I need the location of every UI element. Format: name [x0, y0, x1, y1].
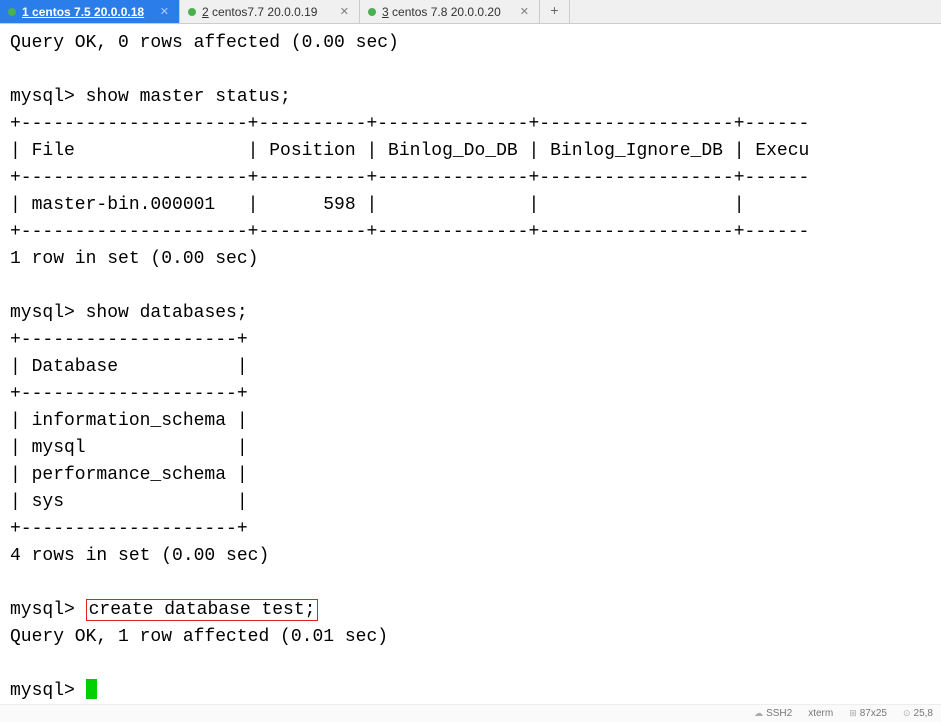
status-terminal-type: xterm [808, 708, 833, 719]
prompt: mysql> [10, 303, 86, 323]
table-row: | sys | [10, 492, 248, 512]
table-border: +--------------------+ [10, 384, 248, 404]
result-line: Query OK, 1 row affected (0.01 sec) [10, 627, 388, 647]
tab-centos77[interactable]: 2 centos7.7 20.0.0.19 ✕ [180, 0, 360, 23]
terminal-output[interactable]: Query OK, 0 rows affected (0.00 sec) mys… [0, 24, 941, 711]
status-text: 25,8 [914, 708, 933, 719]
result-line: 4 rows in set (0.00 sec) [10, 546, 269, 566]
status-bar: ☁SSH2 xterm ⊞87x25 ⊙25,8 [0, 704, 941, 722]
tab-centos78[interactable]: 3 centos 7.8 20.0.0.20 ✕ [360, 0, 540, 23]
status-dot-icon [8, 8, 16, 16]
table-border: +---------------------+----------+------… [10, 222, 809, 242]
tab-text: centos 7.5 20.0.0.18 [32, 5, 144, 19]
table-border: +--------------------+ [10, 519, 248, 539]
prompt: mysql> [10, 681, 86, 701]
table-header: | File | Position | Binlog_Do_DB | Binlo… [10, 141, 809, 161]
tab-label: 2 centos7.7 20.0.0.19 [202, 5, 317, 19]
status-text: 87x25 [860, 708, 887, 719]
status-dot-icon [188, 8, 196, 16]
table-border: +--------------------+ [10, 330, 248, 350]
close-icon[interactable]: ✕ [158, 5, 171, 18]
table-border: +---------------------+----------+------… [10, 114, 809, 134]
target-icon: ⊙ [903, 708, 911, 719]
tab-number: 2 [202, 5, 209, 19]
close-icon[interactable]: ✕ [518, 5, 531, 18]
table-row: | master-bin.000001 | 598 | | | [10, 195, 745, 215]
result-line: 1 row in set (0.00 sec) [10, 249, 258, 269]
add-tab-button[interactable]: + [540, 0, 570, 23]
table-row: | information_schema | [10, 411, 248, 431]
status-size: ⊞87x25 [849, 708, 887, 719]
status-protocol: ☁SSH2 [754, 708, 792, 719]
table-row: | performance_schema | [10, 465, 248, 485]
status-dot-icon [368, 8, 376, 16]
highlighted-command: create database test; [86, 599, 319, 621]
table-header: | Database | [10, 357, 248, 377]
cursor-icon [86, 679, 97, 699]
query-ok-line: Query OK, 0 rows affected (0.00 sec) [10, 33, 399, 53]
tab-label: 1 centos 7.5 20.0.0.18 [22, 5, 144, 19]
tab-centos75[interactable]: 1 centos 7.5 20.0.0.18 ✕ [0, 0, 180, 23]
tab-number: 3 [382, 5, 389, 19]
tab-bar: 1 centos 7.5 20.0.0.18 ✕ 2 centos7.7 20.… [0, 0, 941, 24]
status-text: xterm [808, 708, 833, 719]
cloud-icon: ☁ [754, 708, 763, 719]
tab-text: centos 7.8 20.0.0.20 [392, 5, 501, 19]
table-row: | mysql | [10, 438, 248, 458]
status-position: ⊙25,8 [903, 708, 933, 719]
tab-label: 3 centos 7.8 20.0.0.20 [382, 5, 501, 19]
cmd-show-master-status: show master status; [86, 87, 291, 107]
close-icon[interactable]: ✕ [338, 5, 351, 18]
prompt: mysql> [10, 600, 86, 620]
grid-icon: ⊞ [849, 708, 857, 719]
table-border: +---------------------+----------+------… [10, 168, 809, 188]
prompt: mysql> [10, 87, 86, 107]
status-text: SSH2 [766, 708, 792, 719]
cmd-show-databases: show databases; [86, 303, 248, 323]
tab-number: 1 [22, 5, 29, 19]
tab-text: centos7.7 20.0.0.19 [212, 5, 317, 19]
